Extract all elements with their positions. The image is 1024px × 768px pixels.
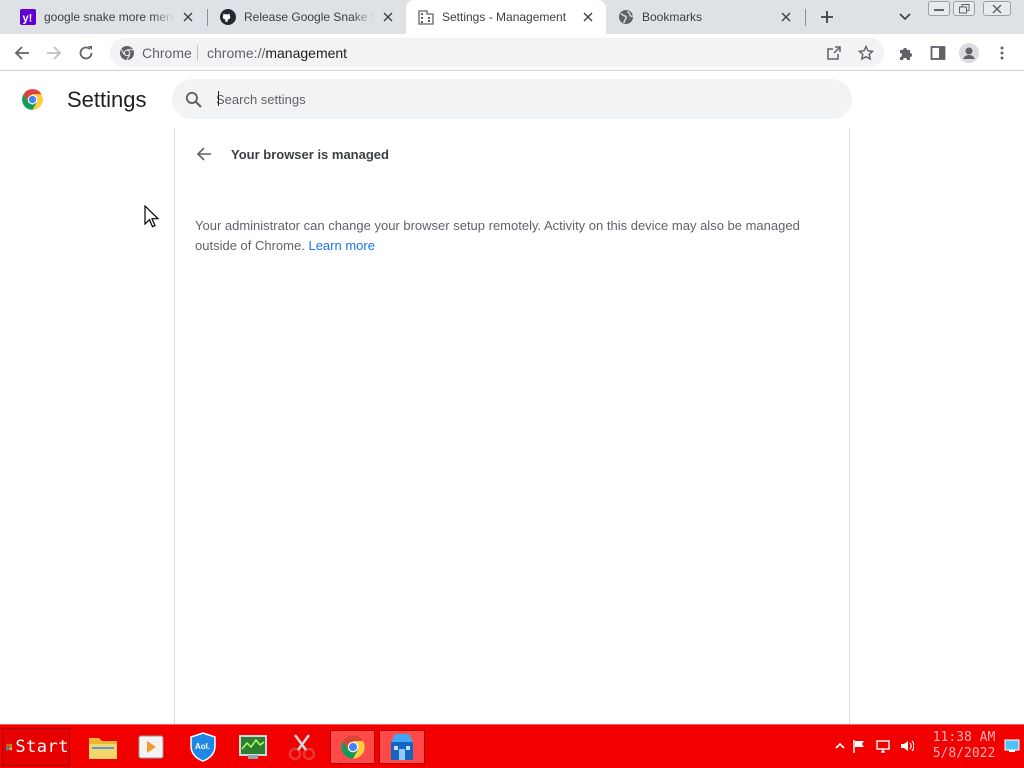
settings-search[interactable] (172, 79, 852, 119)
minimize-icon (934, 8, 944, 11)
learn-more-link[interactable]: Learn more (308, 238, 374, 253)
reload-icon (79, 46, 93, 60)
close-window-button[interactable] (983, 1, 1011, 16)
taskbar-store[interactable] (379, 730, 425, 764)
search-icon (185, 91, 202, 108)
close-tab-icon[interactable] (580, 9, 596, 25)
tab-strip: y! google snake more menu st Release Goo… (0, 0, 1024, 34)
settings-main: Your browser is managed Your administrat… (0, 128, 1024, 724)
store-icon (391, 734, 413, 760)
tab-separator (805, 9, 806, 26)
profile-avatar-icon (959, 43, 979, 63)
share-icon[interactable] (826, 45, 842, 61)
back-arrow-icon[interactable] (195, 146, 213, 162)
reload-button[interactable] (75, 42, 97, 64)
show-desktop-icon[interactable] (1004, 739, 1020, 753)
more-vert-icon (1000, 46, 1004, 60)
close-tab-icon[interactable] (380, 9, 396, 25)
globe-icon (619, 10, 634, 24)
clock-date: 5/8/2022 (932, 746, 996, 761)
taskbar-aol-shield[interactable]: Aol. (185, 730, 221, 764)
arrow-right-icon (47, 46, 62, 60)
management-heading: Your browser is managed (231, 147, 389, 162)
address-bar[interactable]: Chrome chrome://management (110, 38, 884, 67)
system-clock[interactable]: 11:38 AM 5/8/2022 (929, 730, 999, 762)
tab-release-google-snake[interactable]: Release Google Snake Menu (208, 0, 406, 34)
taskbar-task-manager[interactable] (235, 730, 271, 764)
volume-icon[interactable] (900, 739, 914, 753)
bookmark-star-icon[interactable] (858, 45, 874, 61)
github-icon (220, 9, 236, 25)
task-manager-icon (239, 735, 267, 759)
tab-settings-management[interactable]: Settings - Management (406, 0, 606, 34)
chevron-down-icon (899, 13, 911, 21)
taskbar-chrome[interactable] (330, 730, 375, 764)
url-path: management (265, 45, 348, 61)
clock-time: 11:38 AM (932, 730, 996, 745)
chrome-menu-button[interactable] (991, 42, 1013, 64)
chrome-site-icon (120, 46, 134, 61)
file-explorer-icon (89, 738, 117, 759)
windows-flag-icon (6, 743, 13, 751)
taskbar-file-explorer[interactable] (85, 730, 121, 764)
tab-title: google snake more menu st (44, 10, 174, 24)
start-label: Start (15, 737, 69, 757)
puzzle-icon (900, 48, 912, 60)
network-icon[interactable] (876, 739, 890, 753)
svg-text:Aol.: Aol. (195, 742, 210, 751)
close-icon (992, 3, 1002, 14)
forward-button[interactable] (43, 42, 65, 64)
tab-title: Settings - Management (442, 10, 567, 24)
close-tab-icon[interactable] (180, 9, 196, 25)
profile-button[interactable] (958, 42, 980, 64)
search-input[interactable] (216, 89, 816, 109)
taskbar-media-player[interactable] (133, 730, 169, 764)
chrome-logo-icon (22, 89, 43, 110)
taskbar-snipping-tool[interactable] (284, 730, 320, 764)
management-description-text: Your administrator can change your brows… (195, 218, 800, 253)
mouse-cursor-icon (144, 205, 160, 228)
new-tab-button[interactable] (816, 6, 838, 28)
action-center-flag-icon[interactable] (852, 739, 866, 753)
chrome-icon (340, 735, 365, 759)
start-button[interactable]: Start (2, 728, 70, 766)
url-scheme: chrome:// (207, 45, 266, 61)
svg-text:y!: y! (23, 13, 33, 25)
show-hidden-icons-icon[interactable] (833, 739, 847, 753)
restore-icon (958, 3, 969, 13)
management-building-icon (418, 10, 434, 25)
side-panel-icon (930, 46, 946, 60)
restore-button[interactable] (953, 1, 975, 16)
close-tab-icon[interactable] (778, 9, 794, 25)
tab-google-snake[interactable]: y! google snake more menu st (8, 0, 206, 34)
extensions-button[interactable] (895, 42, 917, 64)
management-description: Your administrator can change your brows… (195, 216, 835, 256)
tab-search-button[interactable] (895, 8, 915, 26)
plus-icon (821, 11, 833, 23)
omnibox-divider (197, 45, 198, 61)
tab-title: Bookmarks (642, 10, 703, 24)
url-text: chrome://management (207, 45, 347, 61)
settings-header: Settings (0, 71, 1024, 128)
media-player-icon (138, 735, 164, 759)
page-title: Settings (67, 87, 147, 112)
management-card: Your browser is managed Your administrat… (174, 128, 850, 724)
snipping-tool-icon (288, 734, 316, 761)
text-caret (218, 91, 219, 106)
minimize-button[interactable] (928, 1, 950, 16)
tab-bookmarks[interactable]: Bookmarks (606, 0, 804, 34)
taskbar: Start Aol. 11:38 AM 5/8/2022 (0, 724, 1024, 768)
back-button[interactable] (11, 42, 33, 64)
browser-toolbar: Chrome chrome://management (0, 34, 1024, 71)
arrow-left-icon (14, 46, 29, 60)
site-chip: Chrome (142, 45, 192, 61)
side-panel-button[interactable] (927, 42, 949, 64)
tab-title: Release Google Snake Menu (244, 10, 374, 24)
yahoo-icon: y! (20, 9, 36, 25)
aol-shield-icon: Aol. (190, 732, 216, 762)
